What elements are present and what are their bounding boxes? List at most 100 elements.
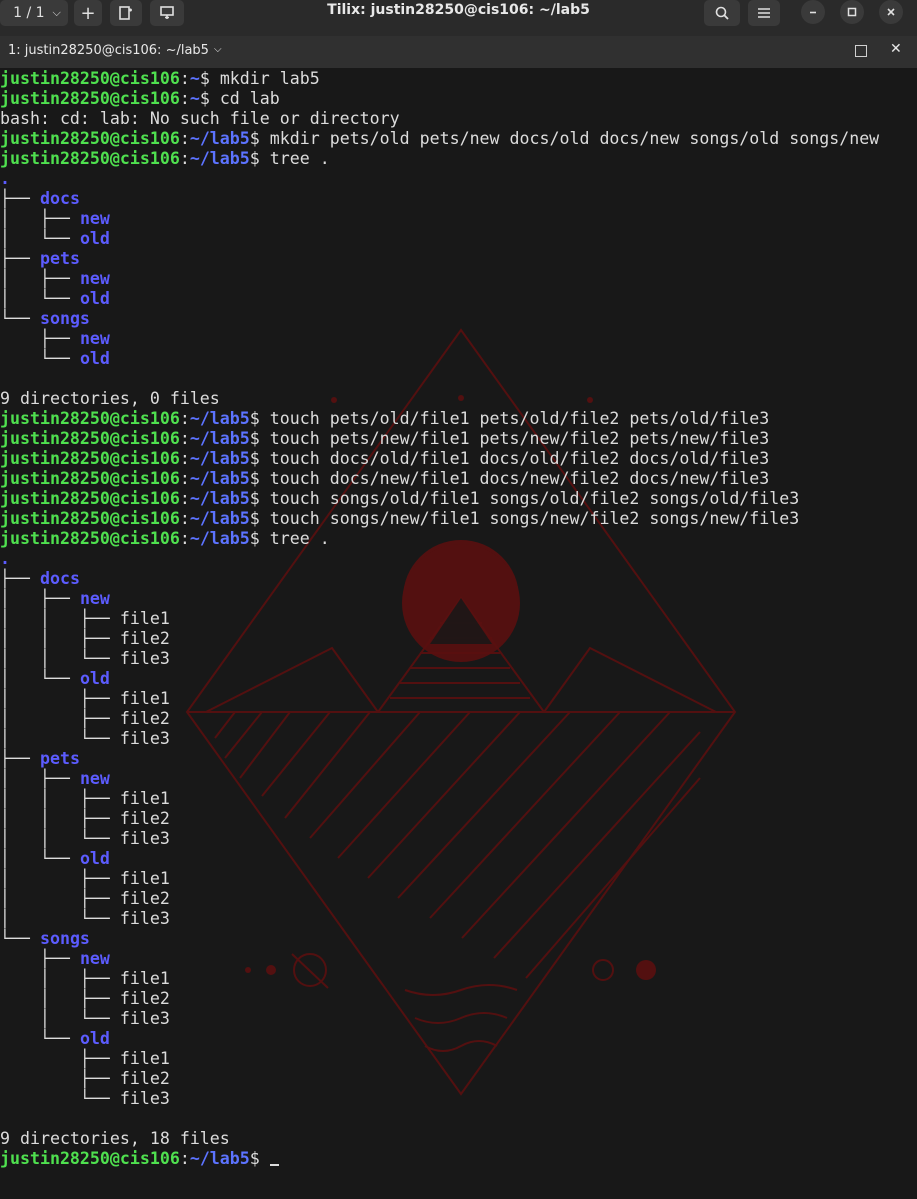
tree-file-line: │ │ ├── file1 <box>0 789 879 809</box>
directory-name: . <box>0 169 10 188</box>
maximize-button[interactable] <box>840 0 864 24</box>
tree-directory-line: │ ├── new <box>0 769 879 789</box>
tree-branch: │ └── <box>0 849 80 868</box>
prompt-symbol: $ <box>199 89 220 108</box>
tree-branch: │ │ └── <box>0 829 120 848</box>
maximize-terminal-icon[interactable] <box>855 45 867 57</box>
file-name: file2 <box>119 1069 170 1088</box>
tree-branch: │ │ ├── <box>0 789 120 808</box>
prompt-line: justin28250@cis106:~/lab5$ touch pets/ne… <box>0 429 879 449</box>
close-button[interactable] <box>879 0 903 24</box>
chevron-down-icon[interactable]: ⌵ <box>214 44 222 55</box>
tree-branch: │ │ ├── <box>0 629 120 648</box>
tree-branch: │ └── <box>0 909 120 928</box>
command-text: touch songs/old/file1 songs/old/file2 so… <box>269 489 800 508</box>
output-text: bash: cd: lab: No such file or directory <box>0 109 400 128</box>
prompt-separator: : <box>179 129 190 148</box>
add-terminal-button[interactable]: + <box>74 0 102 26</box>
session-selector[interactable]: 1 / 1 ⌵ <box>0 0 68 26</box>
tree-branch: └── <box>0 1029 80 1048</box>
tree-branch: │ ├── <box>0 989 120 1008</box>
tree-directory-line: └── old <box>0 1029 879 1049</box>
directory-name: old <box>79 1029 110 1048</box>
file-name: file2 <box>119 809 170 828</box>
prompt-separator: : <box>179 69 190 88</box>
tree-file-line: │ │ ├── file2 <box>0 809 879 829</box>
directory-name: old <box>79 849 110 868</box>
prompt-line: justin28250@cis106:~/lab5$ tree . <box>0 149 879 169</box>
file-name: file3 <box>119 649 170 668</box>
tree-directory-line: ├── new <box>0 329 879 349</box>
tree-directory-line: └── songs <box>0 309 879 329</box>
terminal-view[interactable]: justin28250@cis106:~$ mkdir lab5 justin28… <box>0 68 917 1199</box>
file-name: file3 <box>119 1009 170 1028</box>
terminal-tab-bar: 1: justin28250@cis106: ~/lab5 ⌵ ✕ <box>0 36 917 68</box>
tree-directory-line: └── songs <box>0 929 879 949</box>
directory-name: new <box>79 589 110 608</box>
tree-branch: │ ├── <box>0 869 120 888</box>
tree-directory-line: ├── new <box>0 949 879 969</box>
command-text: touch songs/new/file1 songs/new/file2 so… <box>269 509 800 528</box>
directory-name: . <box>0 549 10 568</box>
tree-file-line: │ ├── file2 <box>0 889 879 909</box>
directory-name: new <box>79 769 110 788</box>
split-right-button[interactable] <box>110 0 142 26</box>
prompt-separator: : <box>179 429 190 448</box>
tree-directory-line: │ └── old <box>0 289 879 309</box>
split-right-icon <box>119 6 132 20</box>
window-titlebar: 1 / 1 ⌵ + Tilix: justin28250@cis106: ~/l… <box>0 0 917 36</box>
prompt-line: justin28250@cis106:~/lab5$ touch docs/ne… <box>0 469 879 489</box>
tree-directory-line: . <box>0 169 879 189</box>
split-down-button[interactable] <box>150 0 184 26</box>
output-text: 9 directories, 0 files <box>0 389 220 408</box>
prompt-symbol: $ <box>249 509 270 528</box>
minimize-icon <box>810 11 816 14</box>
prompt-separator: : <box>179 449 190 468</box>
file-name: file2 <box>119 629 170 648</box>
command-text: tree . <box>269 529 330 548</box>
menu-button[interactable] <box>748 0 780 26</box>
prompt-symbol: $ <box>249 149 270 168</box>
prompt-user: justin28250@cis106 <box>0 149 180 168</box>
tree-file-line: │ ├── file2 <box>0 709 879 729</box>
tree-directory-line: │ ├── new <box>0 209 879 229</box>
tree-branch: │ │ ├── <box>0 609 120 628</box>
tree-directory-line: │ └── old <box>0 669 879 689</box>
command-text: cd lab <box>219 89 280 108</box>
tree-file-line: │ │ └── file3 <box>0 649 879 669</box>
tree-branch: ├── <box>0 569 40 588</box>
prompt-symbol: $ <box>249 469 270 488</box>
directory-name: old <box>79 229 110 248</box>
minimize-button[interactable] <box>801 0 825 24</box>
prompt-line: justin28250@cis106:~/lab5$ touch songs/n… <box>0 509 879 529</box>
tree-directory-line: . <box>0 549 879 569</box>
close-terminal-icon[interactable]: ✕ <box>890 41 902 57</box>
search-button[interactable] <box>704 0 740 26</box>
tree-branch: ├── <box>0 749 40 768</box>
prompt-symbol: $ <box>249 129 270 148</box>
file-name: file2 <box>119 989 170 1008</box>
command-text: touch docs/old/file1 docs/old/file2 docs… <box>269 449 770 468</box>
tree-directory-line: │ ├── new <box>0 269 879 289</box>
plus-icon: + <box>80 2 96 24</box>
directory-name: old <box>79 289 110 308</box>
file-name: file3 <box>119 829 170 848</box>
tree-file-line: │ │ └── file3 <box>0 829 879 849</box>
tree-branch: └── <box>0 929 40 948</box>
prompt-path: ~/lab5 <box>189 429 250 448</box>
prompt-line: justin28250@cis106:~/lab5$ touch docs/ol… <box>0 449 879 469</box>
prompt-line: justin28250@cis106:~/lab5$ <box>0 1149 879 1169</box>
directory-name: docs <box>39 569 80 588</box>
prompt-symbol: $ <box>249 409 270 428</box>
tree-branch: └── <box>0 309 40 328</box>
command-text: touch pets/old/file1 pets/old/file2 pets… <box>269 409 770 428</box>
prompt-user: justin28250@cis106 <box>0 449 180 468</box>
prompt-path: ~ <box>189 89 200 108</box>
search-icon <box>715 6 729 20</box>
file-name: file3 <box>119 729 170 748</box>
prompt-separator: : <box>179 89 190 108</box>
prompt-symbol: $ <box>249 449 270 468</box>
terminal-tab-label[interactable]: 1: justin28250@cis106: ~/lab5 <box>8 43 209 58</box>
output-text: 9 directories, 18 files <box>0 1129 230 1148</box>
prompt-user: justin28250@cis106 <box>0 69 180 88</box>
